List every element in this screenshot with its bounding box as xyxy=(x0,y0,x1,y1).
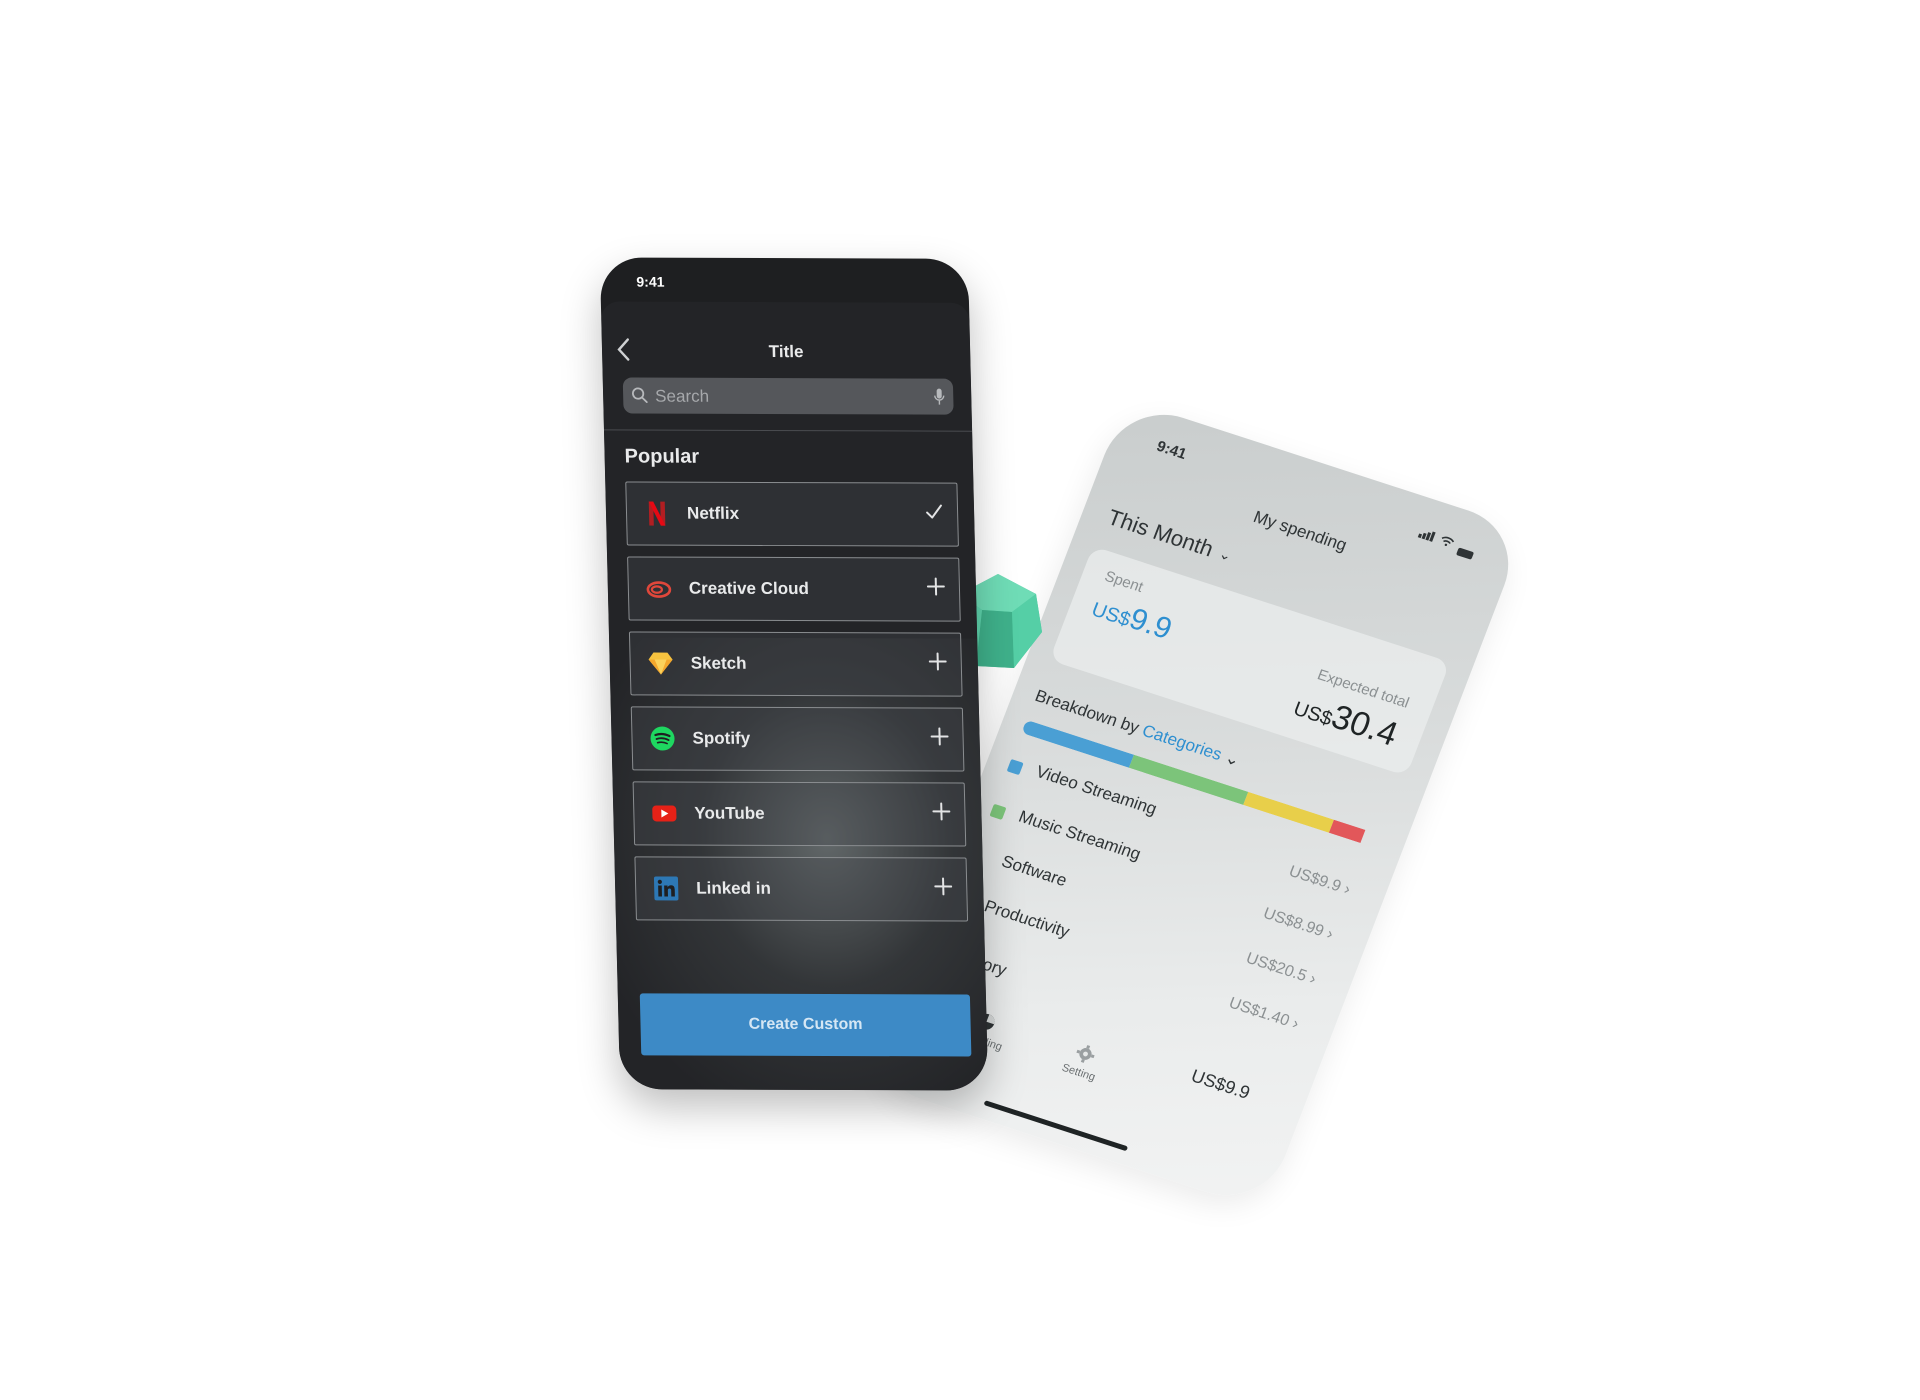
category-amount: US$9.9 › xyxy=(1286,862,1353,899)
netflix-icon xyxy=(643,500,672,528)
youtube-icon xyxy=(650,799,679,827)
service-item-spotify[interactable]: Spotify xyxy=(630,706,965,772)
sketch-icon xyxy=(646,649,675,677)
signal-icon xyxy=(1416,525,1438,547)
chevron-right-icon: › xyxy=(1289,1015,1302,1033)
status-icons xyxy=(1416,525,1478,560)
service-label: Spotify xyxy=(692,728,751,748)
service-list: Netflix Creative Cloud Sketch Spotify Yo… xyxy=(625,481,969,932)
status-time: 9:41 xyxy=(1154,437,1189,463)
spent-value: 9.9 xyxy=(1124,602,1177,647)
chevron-right-icon: › xyxy=(1307,970,1319,988)
breakdown-category-link[interactable]: Categories xyxy=(1140,721,1225,764)
battery-icon xyxy=(1455,547,1475,560)
microphone-icon[interactable] xyxy=(933,388,945,406)
linkedin-icon xyxy=(652,874,681,902)
service-label: Netflix xyxy=(686,503,740,523)
service-label: Linked in xyxy=(695,878,772,898)
chevron-down-icon: ⌄ xyxy=(1222,747,1243,770)
page-title: Title xyxy=(768,342,804,362)
mockup-stage: 9:41 My spending This Month ⌄ Spent US$9… xyxy=(0,0,1920,1400)
plus-icon xyxy=(926,577,945,596)
category-swatch xyxy=(1006,758,1024,776)
period-label: This Month xyxy=(1104,504,1217,562)
category-share-segment xyxy=(1328,819,1366,844)
subscription-picker-phone: 9:41 Title Popular Netflix xyxy=(599,257,989,1091)
service-item-youtube[interactable]: YouTube xyxy=(632,781,967,847)
plus-icon xyxy=(932,802,951,821)
gear-icon xyxy=(1076,1045,1095,1063)
chevron-right-icon: › xyxy=(1341,880,1353,899)
chevron-down-icon: ⌄ xyxy=(1217,544,1235,564)
service-label: YouTube xyxy=(694,803,765,823)
service-item-creative-cloud[interactable]: Creative Cloud xyxy=(627,556,961,622)
service-item-linkedin[interactable]: Linked in xyxy=(634,856,969,922)
wifi-icon xyxy=(1437,532,1457,553)
checkmark-icon xyxy=(926,504,942,519)
section-title: Popular xyxy=(624,445,700,468)
search-bar xyxy=(622,377,954,417)
spotify-icon xyxy=(648,724,677,752)
tab-setting[interactable]: Setting xyxy=(1060,1039,1106,1084)
search-icon xyxy=(631,387,648,403)
category-amount: US$1.40 › xyxy=(1226,994,1302,1033)
spent-label: Spent xyxy=(1102,567,1146,596)
category-swatch xyxy=(989,803,1007,820)
category-list: Video Streaming US$9.9 › Music Streaming… xyxy=(945,753,1371,1048)
service-item-netflix[interactable]: Netflix xyxy=(625,481,959,547)
plus-icon xyxy=(928,652,947,671)
service-label: Sketch xyxy=(690,653,747,673)
plus-icon xyxy=(930,727,949,746)
summary-card: Spent US$9.9 Expected total US$30.4 xyxy=(1049,546,1451,777)
category-share-segment xyxy=(1242,791,1334,833)
status-time: 9:41 xyxy=(636,273,665,290)
service-item-sketch[interactable]: Sketch xyxy=(628,631,963,697)
spent-amount: US$9.9 xyxy=(1087,590,1177,647)
create-custom-button[interactable]: Create Custom xyxy=(639,993,972,1057)
creative-cloud-icon xyxy=(645,575,674,603)
service-label: Creative Cloud xyxy=(688,578,810,599)
chevron-right-icon: › xyxy=(1324,925,1336,944)
plus-icon xyxy=(934,877,953,896)
search-input[interactable] xyxy=(652,377,918,417)
